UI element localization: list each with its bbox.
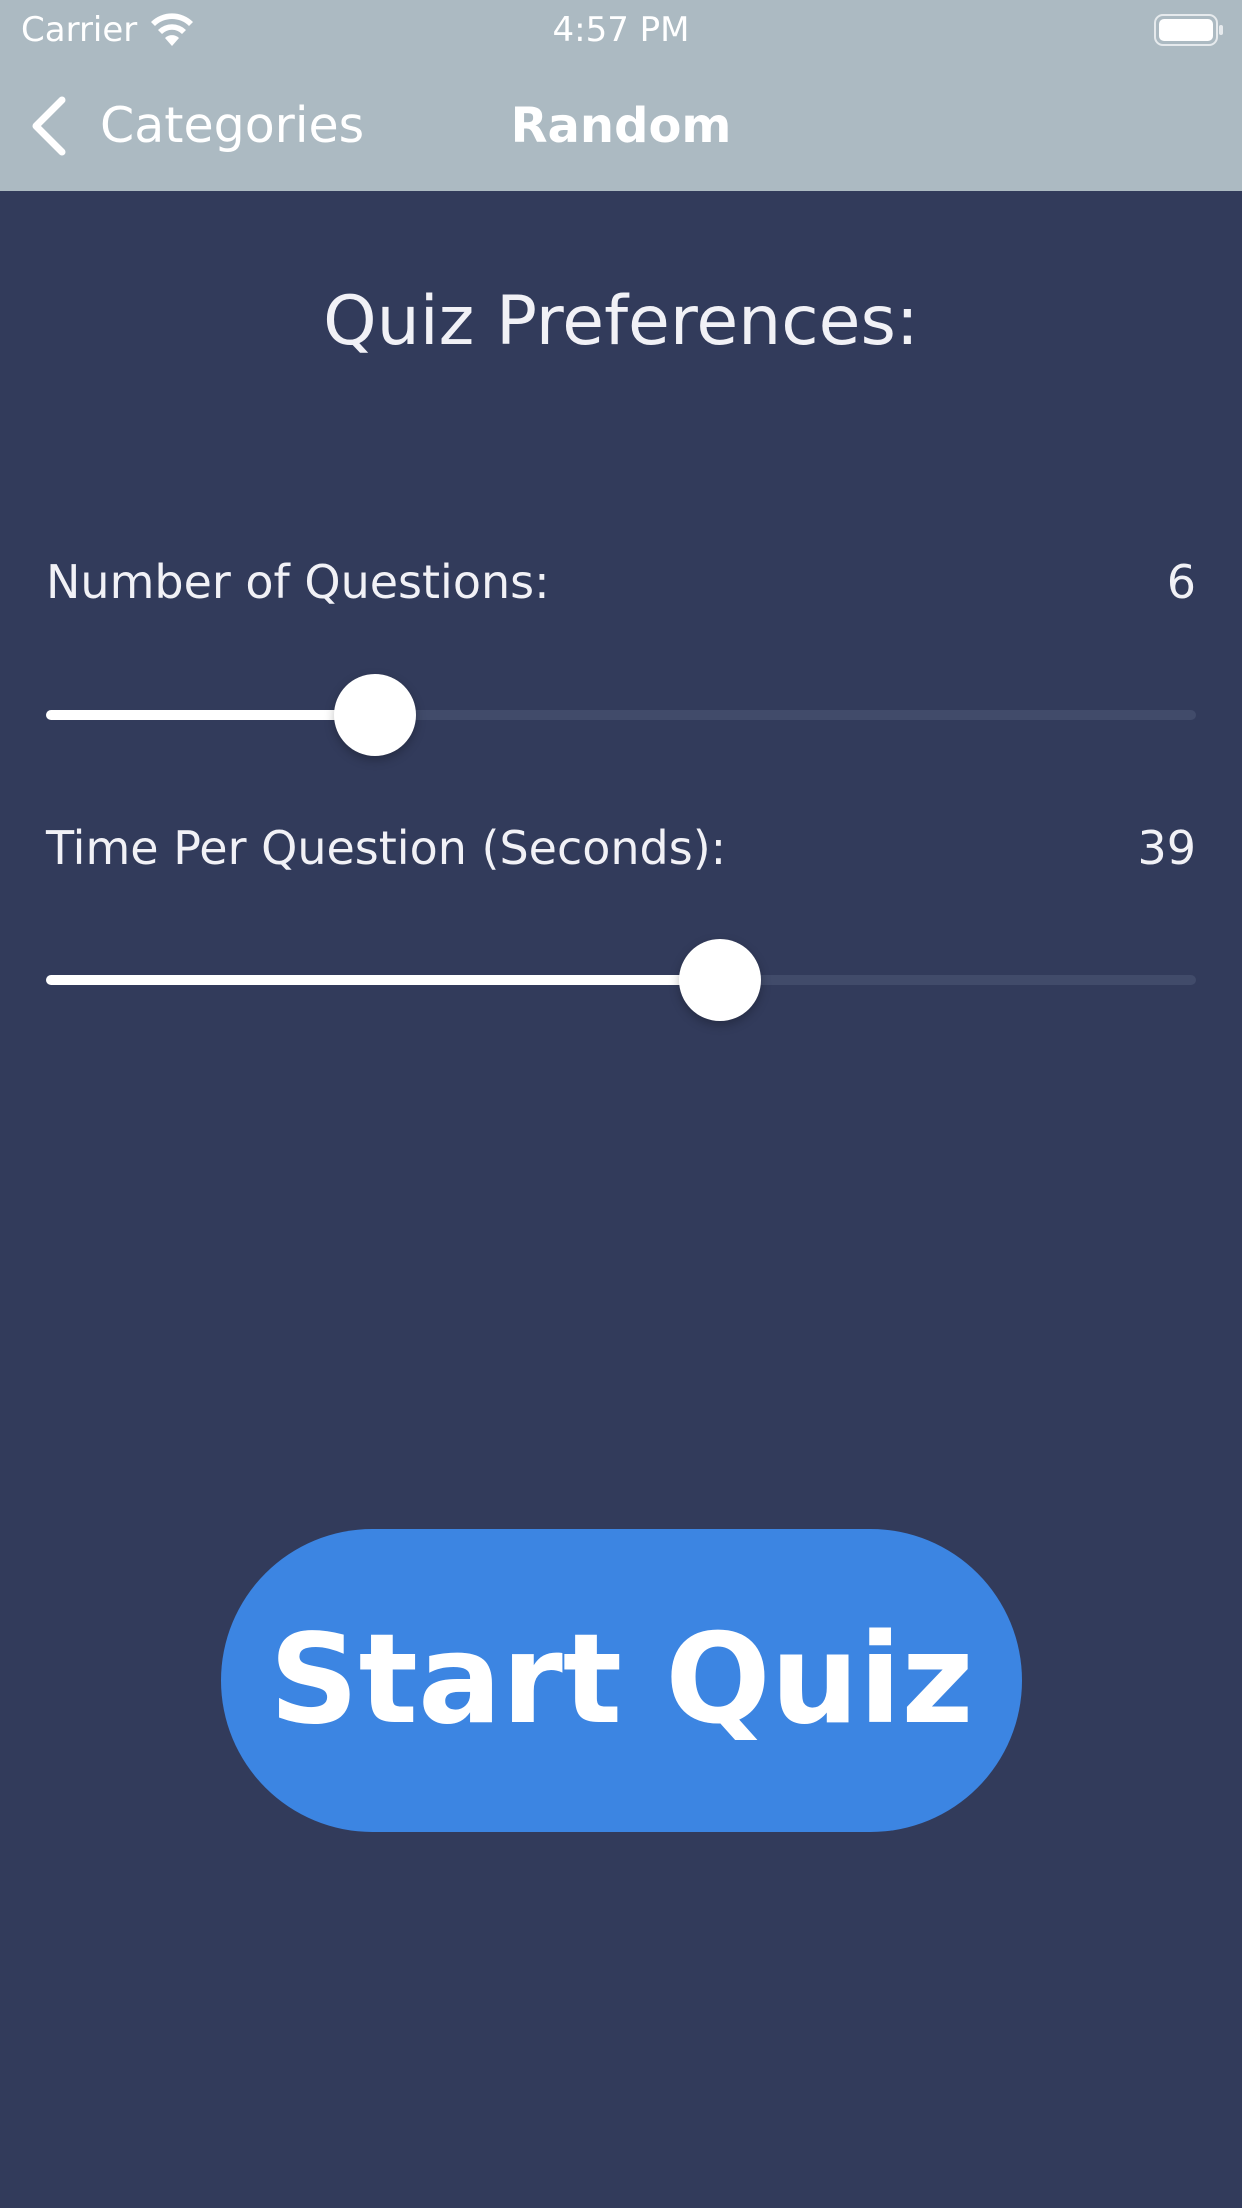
slider-thumb[interactable]	[679, 939, 761, 1021]
navigation-bar: Categories Random	[0, 60, 1242, 191]
time-label: Time Per Question (Seconds):	[46, 821, 727, 875]
status-time: 4:57 PM	[552, 10, 690, 50]
start-quiz-button[interactable]: Start Quiz	[221, 1529, 1022, 1832]
top-bar: Carrier 4:57 PM Categories Random	[0, 0, 1242, 191]
time-value: 39	[1137, 821, 1196, 875]
battery-icon	[1154, 14, 1223, 46]
status-bar: Carrier 4:57 PM	[0, 0, 1242, 60]
page-title: Random	[510, 98, 732, 154]
preferences-heading: Quiz Preferences:	[323, 282, 919, 361]
questions-value: 6	[1166, 555, 1196, 609]
time-slider[interactable]	[46, 939, 1196, 1021]
slider-fill	[46, 975, 720, 985]
slider-thumb[interactable]	[334, 674, 416, 756]
questions-slider[interactable]	[46, 674, 1196, 756]
slider-fill	[46, 710, 375, 720]
questions-label: Number of Questions:	[46, 555, 550, 609]
